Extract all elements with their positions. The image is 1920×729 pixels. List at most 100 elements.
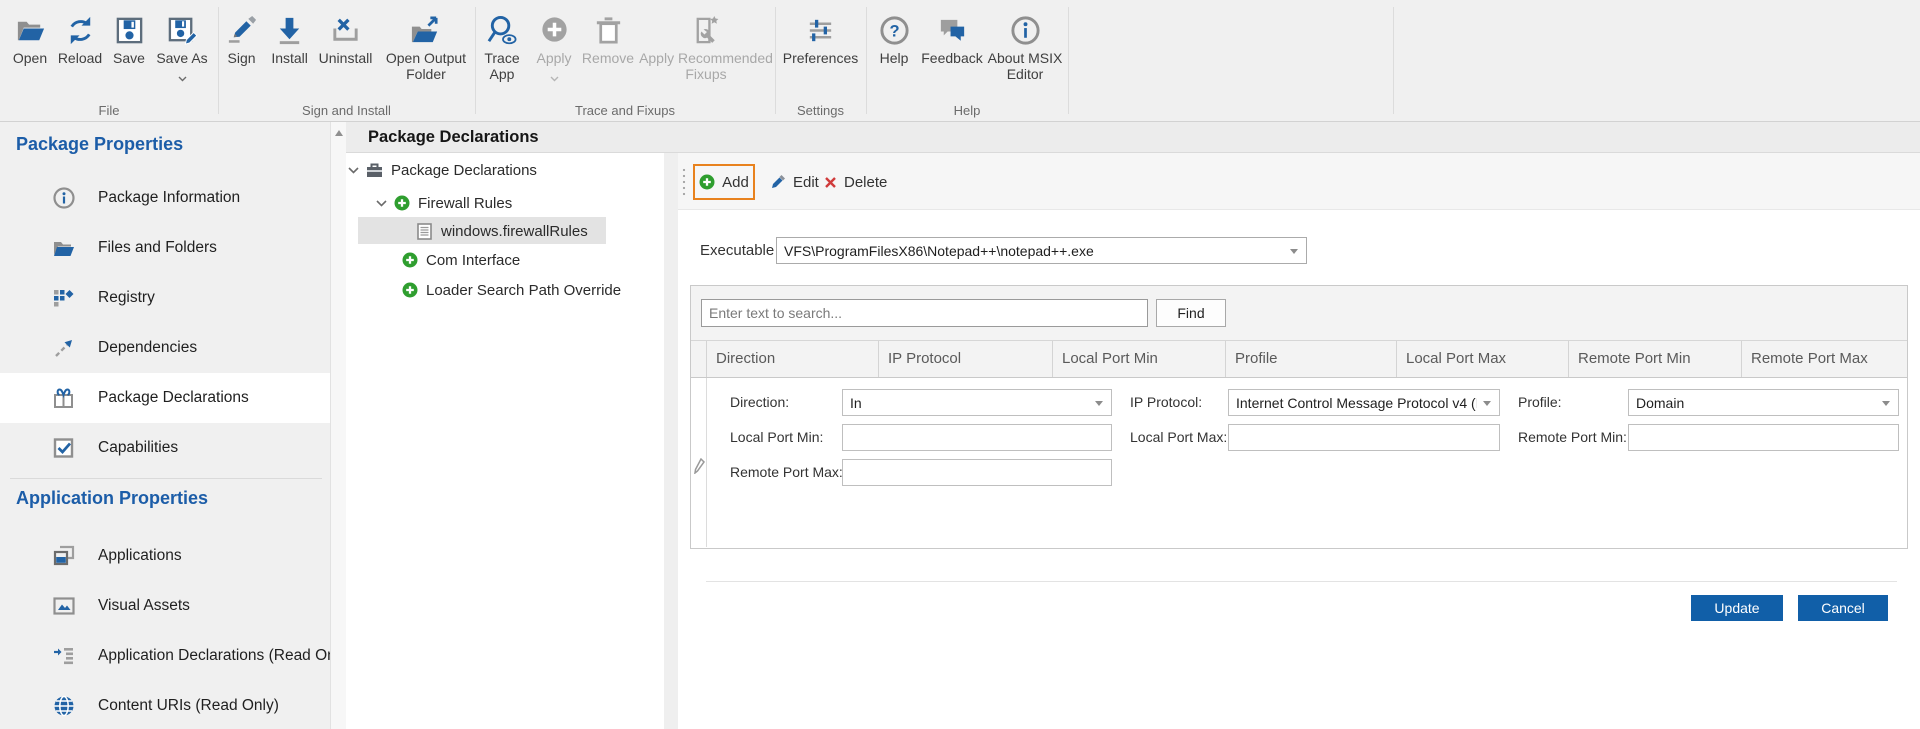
svg-text:?: ? bbox=[889, 22, 899, 40]
plus-circle-icon bbox=[699, 174, 715, 190]
search-input[interactable] bbox=[701, 299, 1148, 327]
save-as-button[interactable]: Save As bbox=[152, 10, 212, 87]
feedback-icon bbox=[936, 12, 969, 49]
help-button[interactable]: ? Help bbox=[870, 10, 918, 82]
sidebar-section-header-application-properties: Application Properties bbox=[16, 488, 208, 509]
add-button-label: Add bbox=[722, 174, 749, 191]
sidebar-scrollbar[interactable] bbox=[330, 122, 346, 729]
ribbon-button-label: Apply bbox=[536, 51, 571, 67]
sidebar-item-dependencies[interactable]: Dependencies bbox=[0, 323, 330, 373]
reload-button[interactable]: Reload bbox=[54, 10, 106, 87]
open-button[interactable]: Open bbox=[6, 10, 54, 87]
tree-node-com-interface[interactable]: Com Interface bbox=[346, 247, 664, 273]
ribbon-button-label: Reload bbox=[58, 51, 102, 67]
open-folder-icon bbox=[14, 12, 47, 49]
sidebar-item-label: Package Information bbox=[98, 189, 240, 207]
sidebar-item-registry[interactable]: Registry bbox=[0, 273, 330, 323]
remote-port-min-input[interactable] bbox=[1628, 424, 1899, 451]
sidebar-item-label: Dependencies bbox=[98, 339, 197, 357]
sidebar-item-visual-assets[interactable]: Visual Assets bbox=[0, 581, 330, 631]
update-button[interactable]: Update bbox=[1691, 595, 1783, 621]
find-button[interactable]: Find bbox=[1156, 299, 1226, 327]
executable-combobox[interactable]: VFS\ProgramFilesX86\Notepad++\notepad++.… bbox=[776, 237, 1307, 264]
tree-node-label: windows.firewallRules bbox=[441, 223, 588, 240]
applications-windows-icon bbox=[52, 544, 76, 568]
ribbon-group-label: Sign and Install bbox=[218, 103, 475, 118]
grid-header-remote-port-min[interactable]: Remote Port Min bbox=[1568, 341, 1741, 377]
chevron-down-icon[interactable] bbox=[376, 200, 387, 207]
tree-node-package-declarations[interactable]: Package Declarations bbox=[346, 157, 664, 183]
trace-app-button[interactable]: Trace App bbox=[475, 10, 529, 87]
grid-header-ip-protocol[interactable]: IP Protocol bbox=[878, 341, 1052, 377]
grid-header-direction[interactable]: Direction bbox=[706, 341, 878, 377]
local-port-min-input[interactable] bbox=[842, 424, 1112, 451]
ribbon-divider bbox=[775, 7, 776, 114]
local-port-max-input[interactable] bbox=[1228, 424, 1500, 451]
uninstall-button[interactable]: Uninstall bbox=[314, 10, 377, 82]
sidebar-item-files-and-folders[interactable]: Files and Folders bbox=[0, 223, 330, 273]
apply-recommended-fixups-button: Apply Recommended Fixups bbox=[637, 10, 775, 87]
sidebar-item-package-declarations[interactable]: Package Declarations bbox=[0, 373, 330, 423]
folder-icon bbox=[52, 236, 76, 260]
sidebar-item-capabilities[interactable]: Capabilities bbox=[0, 423, 330, 473]
chevron-down-icon[interactable] bbox=[348, 167, 359, 174]
open-output-folder-button[interactable]: Open Output Folder bbox=[377, 10, 475, 82]
cancel-button[interactable]: Cancel bbox=[1798, 595, 1888, 621]
grid-header-remote-port-max[interactable]: Remote Port Max bbox=[1741, 341, 1907, 377]
ribbon-group-sign-and-install: Sign Install Uninstall bbox=[218, 0, 475, 121]
ribbon-button-label: Uninstall bbox=[319, 51, 373, 67]
panel-splitter[interactable] bbox=[664, 153, 678, 729]
about-info-icon bbox=[1009, 12, 1042, 49]
sidebar-item-package-information[interactable]: Package Information bbox=[0, 173, 330, 223]
about-msix-editor-button[interactable]: About MSIX Editor bbox=[986, 10, 1064, 82]
ribbon-button-label: Save bbox=[113, 51, 145, 67]
sidebar-item-content-uris[interactable]: Content URIs (Read Only) bbox=[0, 681, 330, 729]
ip-protocol-select[interactable]: Internet Control Message Protocol v4 (I.… bbox=[1228, 389, 1500, 416]
ribbon-group-trace-and-fixups: Trace App Apply Remove bbox=[475, 0, 775, 121]
local-port-min-field-label: Local Port Min: bbox=[730, 424, 823, 451]
grid-header-local-port-min[interactable]: Local Port Min bbox=[1052, 341, 1225, 377]
direction-select[interactable]: In bbox=[842, 389, 1112, 416]
profile-select[interactable]: Domain bbox=[1628, 389, 1899, 416]
direction-field-label: Direction: bbox=[730, 389, 789, 416]
edit-button-label: Edit bbox=[793, 174, 819, 191]
delete-button-label: Delete bbox=[844, 174, 887, 191]
ip-protocol-value: Internet Control Message Protocol v4 (I.… bbox=[1236, 395, 1477, 411]
dependencies-arrow-icon bbox=[52, 336, 76, 360]
tree-node-label: Package Declarations bbox=[391, 162, 537, 179]
sidebar-item-application-declarations[interactable]: Application Declarations (Read Only) bbox=[0, 631, 330, 681]
toolbar-grip-handle[interactable] bbox=[682, 167, 686, 197]
sidebar-item-applications[interactable]: Applications bbox=[0, 531, 330, 581]
add-button[interactable]: Add bbox=[693, 164, 755, 200]
profile-value: Domain bbox=[1636, 395, 1684, 411]
ribbon-group-label: Help bbox=[866, 103, 1068, 118]
tree-node-firewall-rules[interactable]: Firewall Rules bbox=[346, 190, 664, 216]
remove-trash-icon bbox=[592, 12, 625, 49]
grid-header-profile[interactable]: Profile bbox=[1225, 341, 1396, 377]
sidebar-item-label: Package Declarations bbox=[98, 389, 249, 407]
ribbon-button-label: Sign bbox=[228, 51, 256, 67]
registry-icon bbox=[52, 286, 76, 310]
ribbon-button-label: Install bbox=[271, 51, 308, 67]
tree-node-windows-firewallrules[interactable]: windows.firewallRules bbox=[346, 218, 664, 244]
sign-pencil-icon bbox=[225, 12, 258, 49]
reload-icon bbox=[64, 12, 97, 49]
save-button[interactable]: Save bbox=[106, 10, 152, 87]
plus-circle-icon bbox=[394, 195, 410, 211]
sidebar-item-label: Registry bbox=[98, 289, 155, 307]
sidebar-item-label: Content URIs (Read Only) bbox=[98, 697, 279, 715]
feedback-button[interactable]: Feedback bbox=[918, 10, 986, 82]
remote-port-max-input[interactable] bbox=[842, 459, 1112, 486]
sign-button[interactable]: Sign bbox=[218, 10, 265, 82]
ribbon-group-help: ? Help Feedback About MSIX Editor bbox=[866, 0, 1068, 121]
scroll-up-arrow-icon[interactable] bbox=[335, 130, 343, 136]
delete-button[interactable]: Delete bbox=[816, 164, 895, 200]
help-icon: ? bbox=[878, 12, 911, 49]
package-gift-icon bbox=[52, 386, 76, 410]
grid-header-local-port-max[interactable]: Local Port Max bbox=[1396, 341, 1568, 377]
install-button[interactable]: Install bbox=[265, 10, 314, 82]
ip-protocol-field-label: IP Protocol: bbox=[1130, 389, 1202, 416]
preferences-button[interactable]: Preferences bbox=[778, 10, 864, 67]
ribbon-button-label: Trace App bbox=[475, 51, 529, 82]
tree-node-loader-search-path-override[interactable]: Loader Search Path Override bbox=[346, 277, 664, 303]
